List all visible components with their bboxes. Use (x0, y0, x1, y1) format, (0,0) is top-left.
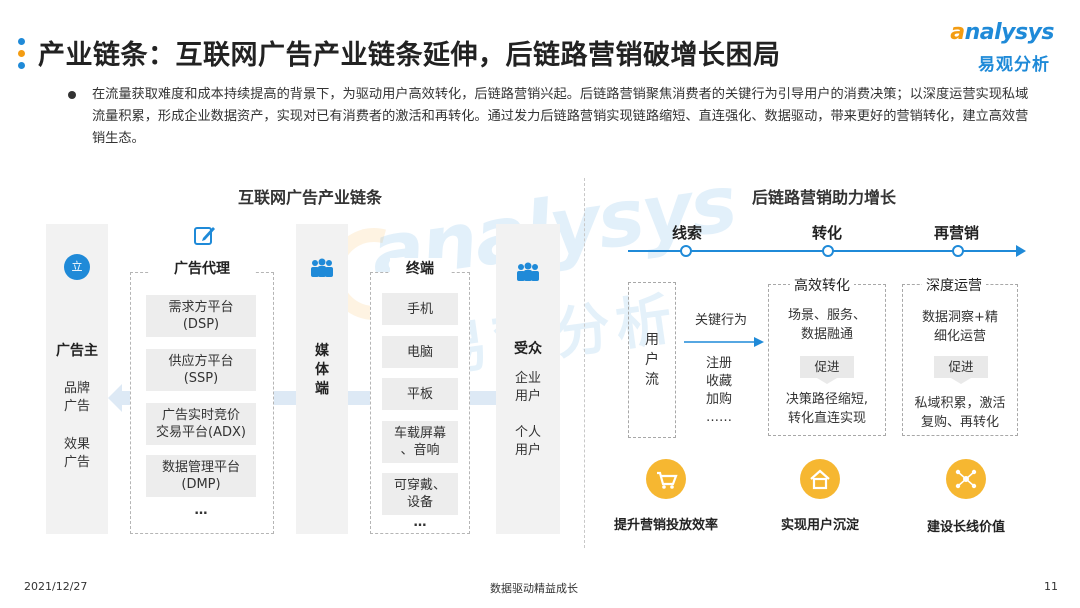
timeline-label-conversion: 转化 (812, 224, 843, 242)
enterprise-user: 企业 用户 (514, 371, 541, 404)
terminal-more: … (413, 515, 427, 530)
ssp-item: 供应方平台 (SSP) (146, 349, 256, 391)
timeline-label-lead: 线索 (672, 224, 703, 242)
terminal-pc: 电脑 (382, 336, 458, 368)
stage1-promote-badge: 促进 (800, 356, 854, 378)
stage-title-efficient-conversion: 高效转化 (790, 275, 854, 295)
stage1-bottom-text: 决策路径缩短, 转化直连实现 (785, 392, 869, 426)
title-decoration-dot (18, 62, 25, 69)
outcome-label-long-term-value: 建设长线价值 (926, 520, 1005, 535)
advertiser-icon: 立 (64, 254, 90, 280)
edit-icon (194, 227, 215, 245)
home-icon (800, 459, 840, 499)
timeline-arrow (1016, 245, 1026, 257)
stage1-top-text: 场景、服务、 数据融通 (787, 308, 866, 342)
behavior-list: 注册 收藏 加购 …… (705, 356, 732, 425)
stage-title-deep-operation: 深度运营 (922, 275, 986, 295)
logo-english: analysys (950, 20, 1054, 45)
outcome-label-retention: 实现用户沉淀 (780, 518, 859, 533)
adx-item: 广告实时竞价 交易平台(ADX) (146, 403, 256, 445)
audience-label: 受众 (514, 341, 542, 357)
timeline-node (680, 245, 692, 257)
stage2-promote-badge: 促进 (934, 356, 988, 378)
individual-user: 个人 用户 (514, 425, 541, 458)
agency-label: 广告代理 (150, 258, 254, 278)
advertiser-label: 广告主 (56, 343, 98, 359)
performance-ad-text: 效果 广告 (63, 437, 90, 470)
analysys-logo: analysys 易观分析 (944, 20, 1064, 78)
outcome-label-efficiency: 提升营销投放效率 (613, 518, 718, 533)
terminal-wearable: 可穿戴、 设备 (382, 473, 458, 515)
title-decoration-dot (18, 38, 25, 45)
key-behavior-arrow (684, 337, 764, 347)
page-number: 11 (1044, 580, 1058, 593)
stage2-top-text: 数据洞察+精 细化运营 (922, 310, 998, 344)
timeline-node (952, 245, 964, 257)
timeline-label-remarketing: 再营销 (934, 224, 980, 242)
people-icon (311, 258, 333, 277)
section-divider (584, 178, 585, 548)
bullet-icon (68, 91, 76, 99)
terminal-car: 车载屏幕 、音响 (382, 421, 458, 463)
terminal-label: 终端 (390, 258, 450, 278)
logo-chinese: 易观分析 (978, 55, 1050, 75)
shopping-cart-icon (646, 459, 686, 499)
user-flow-label: 用 户 流 (645, 332, 659, 388)
people-icon (517, 262, 539, 281)
dmp-item: 数据管理平台 (DMP) (146, 455, 256, 497)
footer-date: 2021/12/27 (24, 580, 88, 593)
stage1-down-arrow (817, 378, 837, 384)
right-section-title: 后链路营销助力增长 (752, 188, 897, 207)
media-label: 媒 体 端 (315, 343, 329, 397)
stage2-down-arrow (951, 378, 971, 384)
network-icon (946, 459, 986, 499)
summary-paragraph: 在流量获取难度和成本持续提高的背景下，为驱动用户高效转化，后链路营销兴起。后链路… (92, 87, 1029, 146)
page-title: 产业链条：互联网广告产业链条延伸，后链路营销破增长困局 (38, 40, 781, 71)
brand-ad-text: 品牌 广告 (63, 381, 90, 414)
timeline-node (822, 245, 834, 257)
terminal-tablet: 平板 (382, 378, 458, 410)
terminal-phone: 手机 (382, 293, 458, 325)
stage2-bottom-text: 私域积累，激活 复购、再转化 (914, 396, 1006, 430)
left-section-title: 互联网广告产业链条 (238, 188, 383, 207)
footer-slogan: 数据驱动精益成长 (490, 582, 578, 595)
agency-more: … (194, 503, 208, 518)
dsp-item: 需求方平台 (DSP) (146, 295, 256, 337)
key-behavior-label: 关键行为 (694, 313, 747, 328)
title-decoration-dot (18, 50, 25, 57)
